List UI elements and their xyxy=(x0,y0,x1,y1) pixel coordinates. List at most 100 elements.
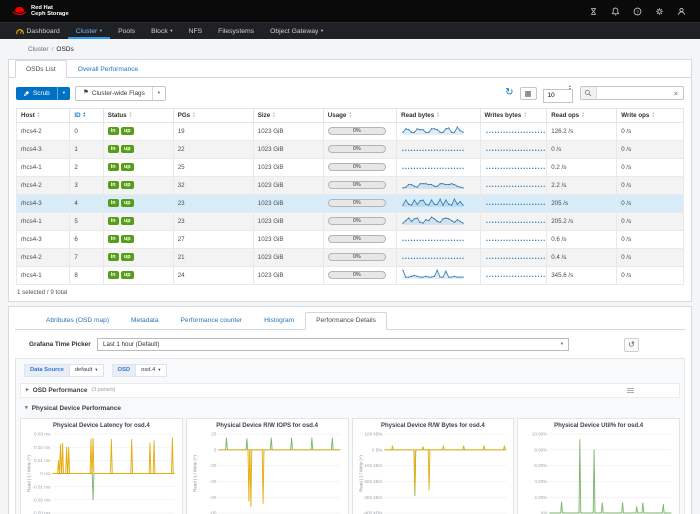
sparkline-chart xyxy=(401,215,465,226)
tasks-icon[interactable] xyxy=(588,6,598,16)
table-row[interactable]: rhcs4-27inup211023 GiB0%0.4 /s0 /s xyxy=(17,248,684,266)
cell-usage: 0% xyxy=(323,140,396,158)
cell-status: inup xyxy=(103,266,173,284)
clear-search-icon[interactable]: × xyxy=(669,89,683,98)
table-row[interactable]: rhcs4-34inup231023 GiB0%205 /s0 /s xyxy=(17,194,684,212)
table-row[interactable]: rhcs4-20inup191023 GiB0%126.2 /s0 /s xyxy=(17,122,684,140)
nav-item-nfs[interactable]: NFS xyxy=(181,23,211,39)
detail-tab-metadata[interactable]: Metadata xyxy=(120,312,170,330)
columns-button[interactable]: ▦ xyxy=(520,87,537,100)
status-badge: up xyxy=(121,181,134,189)
osd-performance-row[interactable]: ▸ OSD Performance (3 panels) xyxy=(20,383,680,398)
svg-text:8.00%: 8.00% xyxy=(535,447,548,452)
column-header-writes-bytes[interactable]: Writes bytes▴▾ xyxy=(480,108,547,122)
nav-item-block[interactable]: Block▾ xyxy=(143,23,180,39)
column-label: Write ops xyxy=(621,112,649,119)
cell-read-bytes xyxy=(397,194,480,212)
nav-item-dashboard[interactable]: Dashboard xyxy=(8,23,68,39)
data-source-select[interactable]: default▾ xyxy=(70,364,104,377)
usage-bar: 0% xyxy=(328,127,386,135)
column-header-read-bytes[interactable]: Read bytes▴▾ xyxy=(397,108,480,122)
sort-icon: ▴▾ xyxy=(582,112,584,118)
help-icon[interactable]: ? xyxy=(632,6,642,16)
tab-overall-performance[interactable]: Overall Performance xyxy=(67,60,149,78)
notifications-bell-icon[interactable] xyxy=(610,6,620,16)
column-header-read-ops[interactable]: Read ops▴▾ xyxy=(547,108,617,122)
detail-tab-performance-details[interactable]: Performance Details xyxy=(305,312,387,330)
page-size-stepper[interactable]: ▴▾ xyxy=(569,85,571,92)
row-menu-icon[interactable] xyxy=(627,388,634,393)
physical-device-performance-title: Physical Device Performance xyxy=(32,405,121,412)
detail-tab-histogram[interactable]: Histogram xyxy=(253,312,305,330)
scrub-button[interactable]: Scrub ▾ xyxy=(16,87,70,100)
time-picker-select[interactable]: Last 1 hour (Default) ▾ xyxy=(97,338,569,351)
grafana-panel-area: Data Source default▾ OSD osd.4▾ ▸ OSD Pe… xyxy=(15,358,685,514)
nav-item-label: Cluster xyxy=(76,28,98,35)
column-header-pgs[interactable]: PGs▴▾ xyxy=(173,108,253,122)
cell-write-ops: 0 /s xyxy=(617,230,684,248)
table-row[interactable]: rhcs4-36inup271023 GiB0%0.6 /s0 /s xyxy=(17,230,684,248)
cell-host: rhcs4-1 xyxy=(17,266,70,284)
column-header-id[interactable]: ID▴▾ xyxy=(70,108,103,122)
table-row[interactable]: rhcs4-23inup321023 GiB0%2.2 /s0 /s xyxy=(17,176,684,194)
svg-text:0: 0 xyxy=(214,447,217,452)
svg-text:-200 kB/s: -200 kB/s xyxy=(362,479,382,484)
nav-item-pools[interactable]: Pools xyxy=(110,23,143,39)
status-badge: up xyxy=(121,217,134,225)
osd-select[interactable]: osd.4▾ xyxy=(136,364,167,377)
chart-title[interactable]: Physical Device R/W Bytes for osd.4 xyxy=(355,421,512,430)
physical-device-performance-row[interactable]: ▾ Physical Device Performance xyxy=(20,402,680,415)
chart-panel: Physical Device R/W Bytes for osd.4100 k… xyxy=(352,418,515,514)
column-header-status[interactable]: Status▴▾ xyxy=(103,108,173,122)
tab-osds-list[interactable]: OSDs List xyxy=(15,60,67,78)
redhat-logo-icon xyxy=(12,5,27,17)
cell-read-ops: 205.2 /s xyxy=(547,212,617,230)
search-icon[interactable] xyxy=(581,87,597,99)
detail-tab-attributes-osd-map[interactable]: Attributes (OSD map) xyxy=(35,312,120,330)
osd-label: OSD xyxy=(112,364,137,377)
cell-read-ops: 0 /s xyxy=(547,140,617,158)
column-header-size[interactable]: Size▴▾ xyxy=(253,108,323,122)
svg-text:10.00%: 10.00% xyxy=(532,431,548,436)
osd-value: osd.4 xyxy=(141,367,155,373)
usage-bar: 0% xyxy=(328,271,386,279)
cluster-wide-flags-button[interactable]: ⚑ Cluster-wide Flags ▾ xyxy=(75,86,166,101)
detail-tab-performance-counter[interactable]: Performance counter xyxy=(170,312,254,330)
time-picker-reset-icon[interactable]: ↺ xyxy=(624,338,639,352)
flags-caret[interactable]: ▾ xyxy=(152,87,165,100)
chart-title[interactable]: Physical Device Util% for osd.4 xyxy=(520,421,677,430)
table-row[interactable]: rhcs4-15inup231023 GiB0%205.2 /s0 /s xyxy=(17,212,684,230)
settings-gear-icon[interactable] xyxy=(654,6,664,16)
table-row[interactable]: rhcs4-18inup241023 GiB0%345.6 /s0 /s xyxy=(17,266,684,284)
sparkline-chart xyxy=(485,215,547,226)
sort-icon: ▴▾ xyxy=(524,112,526,118)
svg-text:0%: 0% xyxy=(541,510,548,514)
chart-title[interactable]: Physical Device Latency for osd.4 xyxy=(23,421,180,430)
masthead: Red Hat Ceph Storage ? xyxy=(0,0,700,22)
data-source-label: Data Source xyxy=(24,364,70,377)
refresh-icon[interactable]: ↻ xyxy=(505,88,513,98)
cell-size: 1023 GiB xyxy=(253,176,323,194)
column-header-host[interactable]: Host▴▾ xyxy=(17,108,70,122)
status-badge: in xyxy=(108,181,119,189)
cell-id: 3 xyxy=(70,176,103,194)
table-row[interactable]: rhcs4-31inup221023 GiB0%0 /s0 /s xyxy=(17,140,684,158)
nav-item-cluster[interactable]: Cluster▾ xyxy=(68,23,110,39)
search-input[interactable] xyxy=(597,90,669,97)
nav-item-object-gateway[interactable]: Object Gateway▾ xyxy=(262,23,331,39)
column-header-usage[interactable]: Usage▴▾ xyxy=(323,108,396,122)
user-icon[interactable] xyxy=(676,6,686,16)
column-label: Read bytes xyxy=(401,112,434,119)
svg-text:20: 20 xyxy=(211,431,217,436)
breadcrumb-parent[interactable]: Cluster xyxy=(28,46,49,53)
table-row[interactable]: rhcs4-12inup251023 GiB0%0.2 /s0 /s xyxy=(17,158,684,176)
nav-item-filesystems[interactable]: Filesystems xyxy=(210,23,262,39)
sparkline-chart xyxy=(485,251,547,262)
scrub-caret[interactable]: ▾ xyxy=(57,87,70,100)
chart-title[interactable]: Physical Device R/W IOPS for osd.4 xyxy=(189,421,346,430)
column-header-write-ops[interactable]: Write ops▴▾ xyxy=(617,108,684,122)
status-badge: in xyxy=(108,217,119,225)
usage-bar: 0% xyxy=(328,235,386,243)
breadcrumb-separator: / xyxy=(52,46,54,53)
detail-tabs: Attributes (OSD map)MetadataPerformance … xyxy=(15,312,685,330)
